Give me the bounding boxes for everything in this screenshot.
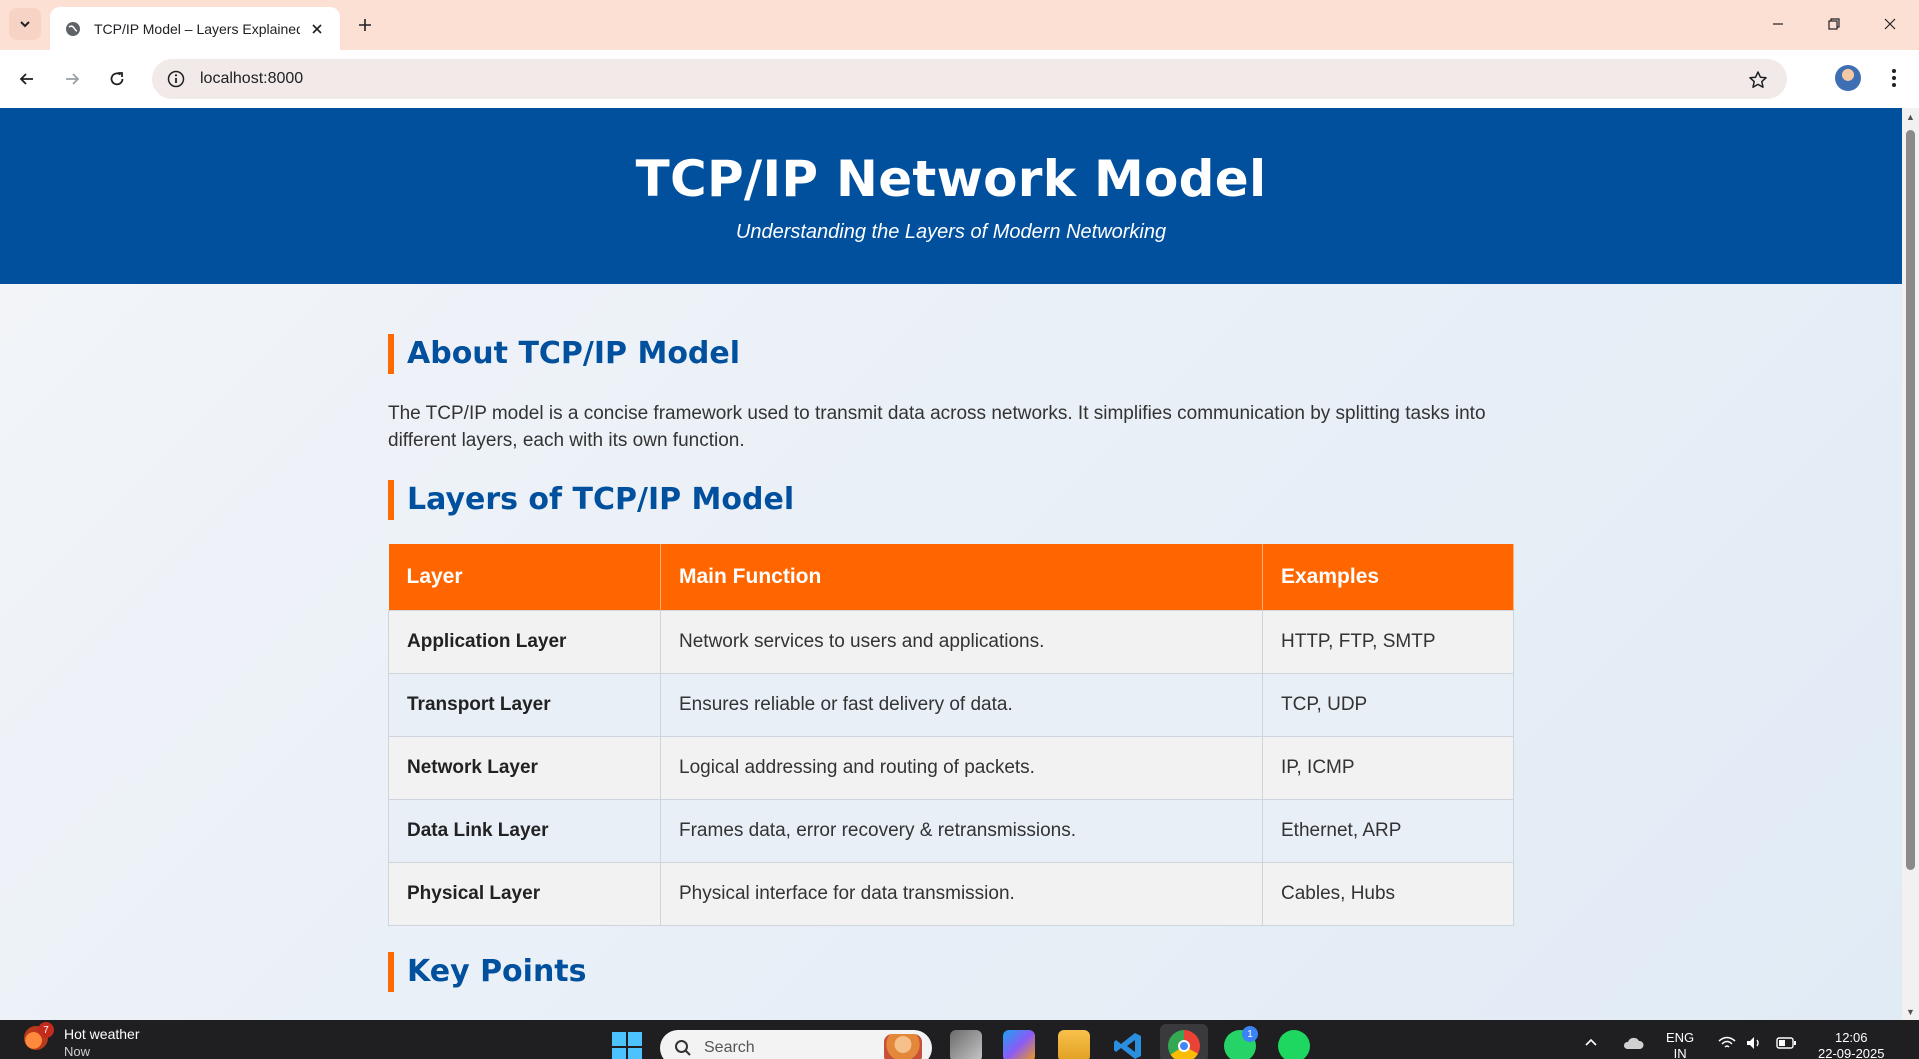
search-icon: [674, 1039, 692, 1057]
tab-strip: TCP/IP Model – Layers Explained: [0, 0, 1919, 50]
page-viewport: TCP/IP Network Model Understanding the L…: [0, 108, 1902, 1020]
weather-icon: 7: [24, 1022, 54, 1050]
column-header-function: Main Function: [660, 544, 1263, 610]
restore-icon: [1828, 18, 1840, 30]
browser-menu-button[interactable]: [1880, 64, 1908, 92]
layer-function-cell: Logical addressing and routing of packet…: [660, 735, 1263, 800]
table-header-row: Layer Main Function Examples: [388, 544, 1514, 610]
page-subtitle: Understanding the Layers of Modern Netwo…: [735, 221, 1167, 243]
url-text[interactable]: localhost:8000: [200, 70, 303, 88]
browser-toolbar: localhost:8000: [0, 50, 1919, 108]
main-content: About TCP/IP Model The TCP/IP model is a…: [388, 334, 1514, 992]
layer-name-cell: Network Layer: [388, 735, 661, 800]
layers-heading: Layers of TCP/IP Model: [388, 480, 1514, 520]
clock-time: 12:06: [1834, 1030, 1868, 1045]
new-tab-button[interactable]: [350, 10, 380, 40]
page-header: TCP/IP Network Model Understanding the L…: [0, 108, 1902, 284]
bookmark-star-icon[interactable]: [1747, 69, 1769, 91]
about-paragraph: The TCP/IP model is a concise framework …: [388, 403, 1486, 451]
layer-function-cell: Ensures reliable or fast delivery of dat…: [660, 672, 1263, 737]
close-tab-icon[interactable]: [306, 18, 328, 40]
layer-function-cell: Frames data, error recovery & retransmis…: [660, 798, 1263, 863]
scroll-down-arrow-icon[interactable]: ▼: [1902, 1003, 1919, 1020]
tab-search-button[interactable]: [9, 8, 41, 40]
about-heading: About TCP/IP Model: [388, 334, 1514, 374]
reload-button[interactable]: [101, 63, 133, 95]
spotify-icon[interactable]: [1278, 1030, 1310, 1059]
site-info-icon[interactable]: [166, 69, 186, 89]
more-vertical-icon: [1892, 69, 1896, 87]
table-row: Network Layer Logical addressing and rou…: [388, 735, 1514, 800]
layer-name-cell: Data Link Layer: [388, 798, 661, 863]
onedrive-icon[interactable]: [1622, 1036, 1644, 1054]
chrome-icon[interactable]: [1168, 1030, 1200, 1059]
page-title: TCP/IP Network Model: [635, 150, 1267, 208]
wifi-icon[interactable]: [1718, 1036, 1736, 1054]
layer-name-cell: Application Layer: [388, 609, 661, 674]
browser-tab-active[interactable]: TCP/IP Model – Layers Explained: [50, 7, 340, 50]
language-label: ENG: [1666, 1030, 1695, 1045]
reload-icon: [110, 72, 124, 86]
minimize-icon: [1773, 23, 1783, 25]
clock-date: 22-09-2025: [1818, 1046, 1885, 1059]
copilot-icon[interactable]: [1003, 1030, 1035, 1059]
chevron-down-icon: [20, 21, 30, 28]
taskbar-search[interactable]: Search: [660, 1030, 932, 1059]
layer-examples-cell: TCP, UDP: [1262, 672, 1514, 737]
profile-avatar[interactable]: [1835, 65, 1861, 91]
volume-icon[interactable]: [1745, 1036, 1763, 1054]
plus-icon: [359, 19, 371, 31]
arrow-right-icon: [66, 73, 80, 85]
battery-icon[interactable]: [1776, 1037, 1796, 1053]
layer-examples-cell: IP, ICMP: [1262, 735, 1514, 800]
scrollbar-thumb[interactable]: [1906, 130, 1915, 870]
layer-function-cell: Physical interface for data transmission…: [660, 861, 1263, 926]
layer-examples-cell: Cables, Hubs: [1262, 861, 1514, 926]
weather-subtitle: Now: [64, 1044, 91, 1059]
scroll-up-arrow-icon[interactable]: ▲: [1902, 108, 1919, 125]
back-button[interactable]: [11, 63, 43, 95]
layer-name-cell: Transport Layer: [388, 672, 661, 737]
taskbar-search-placeholder: Search: [704, 1039, 755, 1056]
file-explorer-icon[interactable]: [1058, 1030, 1090, 1059]
taskbar: 7 Hot weather Now Search 1 ENG IN 12:06 …: [0, 1020, 1919, 1059]
search-highlight-image: [884, 1034, 922, 1059]
whatsapp-icon[interactable]: 1: [1224, 1026, 1258, 1059]
language-indicator[interactable]: ENG IN: [1666, 1030, 1694, 1059]
column-header-examples: Examples: [1262, 544, 1514, 610]
tab-title: TCP/IP Model – Layers Explained: [94, 20, 300, 37]
layer-examples-cell: Ethernet, ARP: [1262, 798, 1514, 863]
whatsapp-badge: 1: [1242, 1026, 1258, 1042]
forward-button[interactable]: [56, 63, 88, 95]
weather-badge: 7: [38, 1022, 54, 1038]
layers-table: Layer Main Function Examples Application…: [388, 544, 1514, 926]
task-view-icon[interactable]: [950, 1030, 982, 1059]
layer-name-cell: Physical Layer: [388, 861, 661, 926]
language-sub-label: IN: [1673, 1046, 1687, 1059]
table-row: Application Layer Network services to us…: [388, 609, 1514, 674]
page-scrollbar[interactable]: ▲ ▼: [1902, 108, 1919, 1020]
restore-button[interactable]: [1806, 0, 1862, 48]
weather-widget[interactable]: 7 Hot weather Now: [24, 1022, 140, 1059]
close-window-button[interactable]: [1862, 0, 1918, 48]
layer-examples-cell: HTTP, FTP, SMTP: [1262, 609, 1514, 674]
windows-start-icon[interactable]: [612, 1032, 642, 1059]
globe-icon: [64, 20, 82, 38]
clock[interactable]: 12:06 22-09-2025: [1818, 1030, 1885, 1059]
table-row: Data Link Layer Frames data, error recov…: [388, 798, 1514, 863]
weather-title: Hot weather: [64, 1026, 140, 1042]
minimize-button[interactable]: [1750, 0, 1806, 48]
key-points-heading: Key Points: [388, 951, 1514, 992]
layer-function-cell: Network services to users and applicatio…: [660, 609, 1263, 674]
address-bar[interactable]: localhost:8000: [152, 59, 1787, 99]
column-header-layer: Layer: [388, 544, 661, 610]
close-icon: [1884, 18, 1896, 30]
arrow-left-icon: [19, 73, 33, 85]
table-row: Physical Layer Physical interface for da…: [388, 861, 1514, 926]
vscode-icon[interactable]: [1112, 1030, 1144, 1059]
chevron-up-icon[interactable]: [1584, 1036, 1598, 1054]
table-row: Transport Layer Ensures reliable or fast…: [388, 672, 1514, 737]
